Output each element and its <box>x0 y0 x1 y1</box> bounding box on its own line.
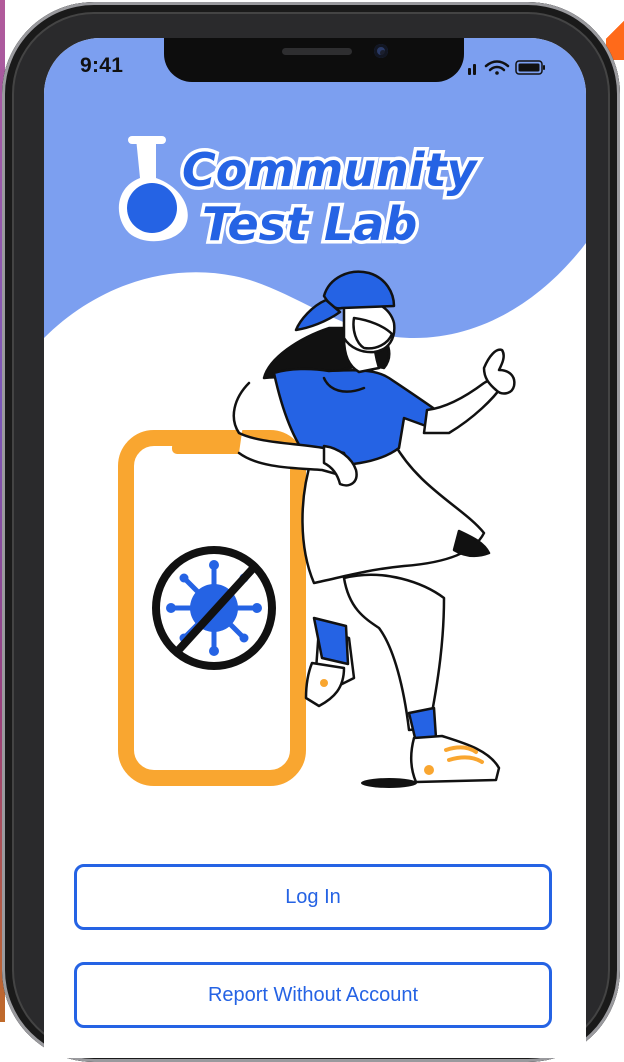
status-time: 9:41 <box>80 54 124 77</box>
front-camera <box>374 44 388 58</box>
no-virus-icon <box>152 546 276 670</box>
app-screen: Community Test Lab 9:41 Log In Report Wi… <box>44 38 586 1058</box>
report-without-account-button[interactable]: Report Without Account <box>74 962 552 1028</box>
battery-icon <box>515 60 545 75</box>
device-frame: Community Test Lab 9:41 Log In Report Wi… <box>2 2 620 1062</box>
person-illustration <box>232 270 516 788</box>
report-button-label: Report Without Account <box>207 983 419 1006</box>
device-notch <box>164 38 464 82</box>
signal-icon <box>468 64 476 75</box>
wifi-icon <box>484 60 510 75</box>
status-icons <box>468 60 545 75</box>
hero-illustration <box>118 270 516 788</box>
login-button[interactable]: Log In <box>74 864 552 930</box>
login-button-label: Log In <box>285 885 341 908</box>
speaker-grille <box>282 48 352 55</box>
